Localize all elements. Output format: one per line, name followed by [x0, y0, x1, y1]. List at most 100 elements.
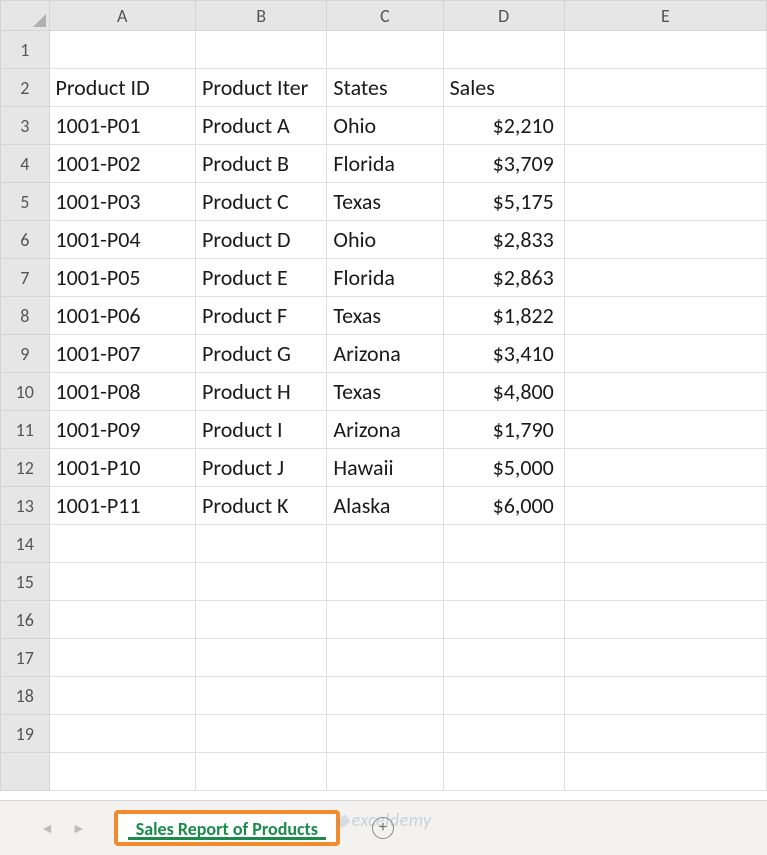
cell[interactable]: [564, 297, 766, 335]
cell[interactable]: Product K: [196, 487, 327, 525]
cell[interactable]: States: [327, 69, 443, 107]
cell[interactable]: Arizona: [327, 335, 443, 373]
cell[interactable]: 1001-P10: [49, 449, 196, 487]
cell[interactable]: $3,410: [443, 335, 564, 373]
cell[interactable]: 1001-P11: [49, 487, 196, 525]
cell[interactable]: Product A: [196, 107, 327, 145]
cell[interactable]: [564, 639, 766, 677]
cell[interactable]: [327, 753, 443, 791]
cell[interactable]: [564, 107, 766, 145]
cell[interactable]: [564, 487, 766, 525]
cell[interactable]: $3,709: [443, 145, 564, 183]
cell[interactable]: [443, 677, 564, 715]
spreadsheet-grid[interactable]: A B C D E 12Product IDProduct IterStates…: [0, 0, 767, 800]
cell[interactable]: Product ID: [49, 69, 196, 107]
cell[interactable]: Florida: [327, 145, 443, 183]
cell[interactable]: Sales: [443, 69, 564, 107]
col-header-E[interactable]: E: [564, 1, 766, 31]
select-all-triangle[interactable]: [1, 1, 50, 31]
cell[interactable]: Product I: [196, 411, 327, 449]
cell[interactable]: $5,175: [443, 183, 564, 221]
cell[interactable]: [49, 639, 196, 677]
col-header-D[interactable]: D: [443, 1, 564, 31]
row-header[interactable]: 12: [1, 449, 50, 487]
cell[interactable]: $2,210: [443, 107, 564, 145]
cell[interactable]: Arizona: [327, 411, 443, 449]
cell[interactable]: [196, 715, 327, 753]
cell[interactable]: [49, 715, 196, 753]
tab-next-icon[interactable]: ►: [72, 820, 86, 837]
col-header-A[interactable]: A: [49, 1, 196, 31]
cell[interactable]: 1001-P01: [49, 107, 196, 145]
row-header[interactable]: 14: [1, 525, 50, 563]
cell[interactable]: Texas: [327, 183, 443, 221]
cell[interactable]: [564, 183, 766, 221]
cell[interactable]: [327, 31, 443, 69]
cell[interactable]: Product D: [196, 221, 327, 259]
row-header[interactable]: 11: [1, 411, 50, 449]
row-header[interactable]: 3: [1, 107, 50, 145]
cell[interactable]: [49, 525, 196, 563]
col-header-B[interactable]: B: [196, 1, 327, 31]
cell[interactable]: [327, 677, 443, 715]
cell[interactable]: 1001-P07: [49, 335, 196, 373]
cell[interactable]: 1001-P05: [49, 259, 196, 297]
cell[interactable]: [327, 563, 443, 601]
cell[interactable]: [564, 601, 766, 639]
col-header-C[interactable]: C: [327, 1, 443, 31]
cell[interactable]: [327, 639, 443, 677]
cell[interactable]: [564, 525, 766, 563]
cell[interactable]: [443, 525, 564, 563]
cell[interactable]: $5,000: [443, 449, 564, 487]
cell[interactable]: Hawaii: [327, 449, 443, 487]
cell[interactable]: 1001-P06: [49, 297, 196, 335]
cell[interactable]: [443, 715, 564, 753]
cell[interactable]: [564, 31, 766, 69]
cell[interactable]: [196, 31, 327, 69]
cell[interactable]: [327, 601, 443, 639]
cell[interactable]: [196, 563, 327, 601]
cell[interactable]: [564, 69, 766, 107]
row-header[interactable]: 15: [1, 563, 50, 601]
cell[interactable]: 1001-P08: [49, 373, 196, 411]
cell[interactable]: [196, 525, 327, 563]
row-header[interactable]: 5: [1, 183, 50, 221]
cell[interactable]: 1001-P09: [49, 411, 196, 449]
cell[interactable]: [443, 639, 564, 677]
cell[interactable]: $4,800: [443, 373, 564, 411]
cell[interactable]: Florida: [327, 259, 443, 297]
cell[interactable]: Ohio: [327, 107, 443, 145]
row-header[interactable]: 6: [1, 221, 50, 259]
cell[interactable]: [564, 411, 766, 449]
cell[interactable]: $2,863: [443, 259, 564, 297]
cell[interactable]: 1001-P02: [49, 145, 196, 183]
cell[interactable]: Product F: [196, 297, 327, 335]
cell[interactable]: [196, 601, 327, 639]
active-sheet-tab[interactable]: Sales Report of Products: [114, 810, 340, 846]
row-header[interactable]: 17: [1, 639, 50, 677]
cell[interactable]: Product J: [196, 449, 327, 487]
cell[interactable]: [564, 221, 766, 259]
cell[interactable]: Product B: [196, 145, 327, 183]
cell[interactable]: [49, 601, 196, 639]
cell[interactable]: [327, 525, 443, 563]
row-header[interactable]: 19: [1, 715, 50, 753]
row-header[interactable]: 9: [1, 335, 50, 373]
row-header[interactable]: 7: [1, 259, 50, 297]
cell[interactable]: [327, 715, 443, 753]
cell[interactable]: [564, 677, 766, 715]
cell[interactable]: Texas: [327, 373, 443, 411]
cell[interactable]: [564, 373, 766, 411]
cell[interactable]: Texas: [327, 297, 443, 335]
cell[interactable]: [443, 563, 564, 601]
row-header[interactable]: 8: [1, 297, 50, 335]
cell[interactable]: $1,822: [443, 297, 564, 335]
cell[interactable]: [49, 31, 196, 69]
cell[interactable]: Alaska: [327, 487, 443, 525]
cell[interactable]: [196, 677, 327, 715]
cell[interactable]: 1001-P03: [49, 183, 196, 221]
tab-prev-icon[interactable]: ◄: [40, 820, 54, 837]
cell[interactable]: [564, 563, 766, 601]
add-sheet-button[interactable]: +: [372, 817, 394, 839]
row-header[interactable]: 1: [1, 31, 50, 69]
